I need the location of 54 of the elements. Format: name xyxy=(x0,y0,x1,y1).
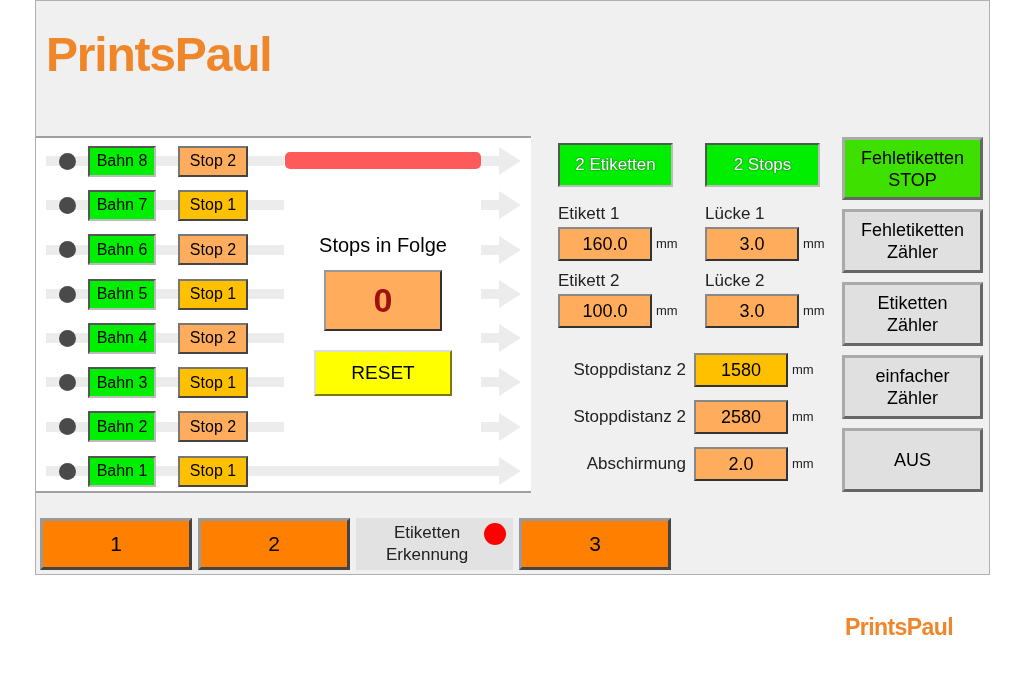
stop-label: Stop 2 xyxy=(178,411,248,443)
value-field[interactable]: 3.0 xyxy=(705,227,799,261)
field-label: Lücke 1 xyxy=(705,204,766,224)
stop-label: Stop 1 xyxy=(178,367,248,399)
stops-counter: 0 xyxy=(324,270,442,331)
lane-label: Bahn 2 xyxy=(88,411,156,443)
unit-label: mm xyxy=(656,235,678,254)
lane-label: Bahn 8 xyxy=(88,145,156,177)
value-field[interactable]: 2.0 xyxy=(694,447,788,481)
value-field[interactable]: 160.0 xyxy=(558,227,652,261)
arrow-icon xyxy=(481,147,521,175)
number-button[interactable]: 3 xyxy=(519,518,671,570)
stop-label: Stop 1 xyxy=(178,455,248,487)
footer-logo: PrintsPaul xyxy=(845,613,953,642)
lane-label: Bahn 6 xyxy=(88,234,156,266)
field-label: Stoppdistanz 2 xyxy=(572,406,687,429)
mode-indicator: 2 Etiketten xyxy=(558,143,673,187)
field-label: Etikett 1 xyxy=(558,204,621,224)
number-button[interactable]: 2 xyxy=(198,518,350,570)
value-field[interactable]: 3.0 xyxy=(705,294,799,328)
stop-label: Stop 2 xyxy=(178,322,248,354)
mode-button[interactable]: Fehletiketten STOP xyxy=(842,137,983,200)
reset-button[interactable]: RESET xyxy=(314,350,452,396)
stop-label: Stop 2 xyxy=(178,234,248,266)
mode-button[interactable]: einfacher Zähler xyxy=(842,355,983,419)
unit-label: mm xyxy=(803,235,825,254)
lane-label: Bahn 7 xyxy=(88,189,156,221)
field-label: Abschirmung xyxy=(585,453,687,476)
stop-label: Stop 1 xyxy=(178,189,248,221)
stop-label: Stop 1 xyxy=(178,278,248,310)
field-label: Etikett 2 xyxy=(558,271,621,291)
value-field[interactable]: 2580 xyxy=(694,400,788,434)
unit-label: mm xyxy=(792,408,814,427)
mode-button[interactable]: AUS xyxy=(842,428,983,492)
mode-button[interactable]: Etiketten Zähler xyxy=(842,282,983,346)
lane-label: Bahn 3 xyxy=(88,367,156,399)
stop-label: Stop 2 xyxy=(178,145,248,177)
unit-label: mm xyxy=(803,302,825,321)
lane-label: Bahn 1 xyxy=(88,455,156,487)
unit-label: mm xyxy=(792,455,814,474)
field-label: Lücke 2 xyxy=(705,271,766,291)
detection-label: Etiketten Erkennung xyxy=(386,522,469,566)
value-field[interactable]: 1580 xyxy=(694,353,788,387)
counter-title: Stops in Folge xyxy=(319,233,447,258)
field-label: Stoppdistanz 2 xyxy=(572,359,687,382)
number-button[interactable]: 1 xyxy=(40,518,192,570)
value-field[interactable]: 100.0 xyxy=(558,294,652,328)
logo: PrintsPaul xyxy=(46,28,272,81)
mode-button[interactable]: Fehletiketten Zähler xyxy=(842,209,983,273)
lane-label: Bahn 5 xyxy=(88,278,156,310)
unit-label: mm xyxy=(656,302,678,321)
lane-label: Bahn 4 xyxy=(88,322,156,354)
unit-label: mm xyxy=(792,361,814,380)
mode-indicator: 2 Stops xyxy=(705,143,820,187)
